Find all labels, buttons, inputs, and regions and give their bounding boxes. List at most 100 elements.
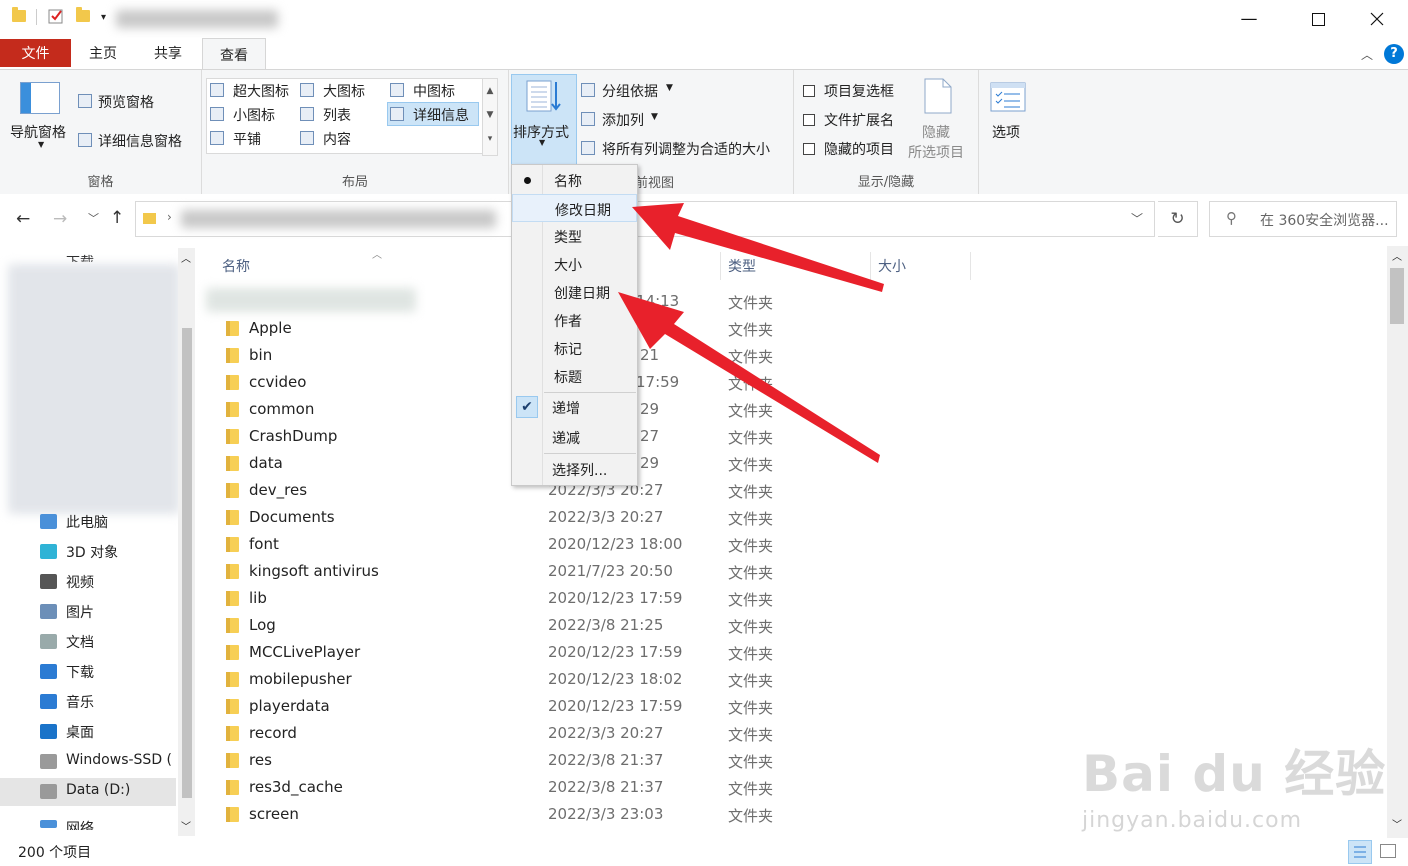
group-by-button[interactable]: 分组依据 — [602, 81, 658, 101]
layout-medium[interactable]: 中图标 — [413, 81, 455, 101]
menu-item-sort-field[interactable]: 名称 — [512, 166, 637, 194]
layout-large[interactable]: 大图标 — [323, 81, 365, 101]
small-icons-icon — [210, 107, 224, 121]
nav-item[interactable]: Data (D:) — [0, 778, 176, 806]
layout-tiles[interactable]: 平铺 — [233, 129, 261, 149]
menu-item-sort-field[interactable]: 标记 — [512, 334, 637, 362]
search-box[interactable]: ⚲ 在 360安全浏览器... — [1209, 201, 1397, 237]
nav-item[interactable]: 视频 — [0, 568, 176, 596]
options-button[interactable]: 选项 — [992, 122, 1020, 142]
menu-item-descending[interactable]: 递减 — [512, 423, 637, 451]
scroll-down-icon[interactable]: ﹀ — [181, 818, 191, 833]
file-row[interactable]: bin 21 文件夹 — [196, 342, 1386, 369]
file-row[interactable]: common 29 文件夹 — [196, 396, 1386, 423]
sort-ascending-icon: ︿ — [372, 250, 382, 261]
file-row[interactable]: font 2020/12/23 18:00 文件夹 — [196, 531, 1386, 558]
scroll-down-icon[interactable]: ﹀ — [1392, 816, 1402, 831]
details-view-button[interactable] — [1348, 840, 1372, 864]
nav-item[interactable]: 图片 — [0, 598, 176, 626]
menu-item-sort-field[interactable]: 修改日期 — [512, 194, 637, 222]
column-name[interactable]: 名称 — [222, 256, 250, 276]
tab-file[interactable]: 文件 — [0, 39, 71, 67]
preview-pane-button[interactable]: 预览窗格 — [98, 92, 154, 112]
nav-item[interactable]: 此电脑 — [0, 508, 176, 536]
column-divider[interactable] — [970, 252, 971, 280]
help-icon[interactable]: ? — [1384, 44, 1404, 64]
file-row[interactable]: kingsoft antivirus 2021/7/23 20:50 文件夹 — [196, 558, 1386, 585]
tab-view[interactable]: 查看 — [202, 38, 266, 70]
column-size[interactable]: 大小 — [878, 256, 906, 276]
file-row[interactable]: ccvideo 17:59 文件夹 — [196, 369, 1386, 396]
layout-scroll[interactable]: ▲ ▼ ▾ — [482, 78, 498, 156]
documents-icon — [40, 634, 57, 649]
nav-item[interactable]: 下载 — [0, 658, 176, 686]
nav-item[interactable]: 3D 对象 — [0, 538, 176, 566]
refresh-button[interactable]: ↻ — [1158, 201, 1198, 237]
item-checkboxes-checkbox[interactable] — [803, 85, 815, 97]
menu-item-ascending[interactable]: ✔ 递增 — [512, 393, 637, 421]
nav-pane-icon[interactable] — [20, 82, 60, 114]
large-icons-view-button[interactable] — [1380, 844, 1396, 858]
list-scrollbar[interactable]: ︿ ﹀ — [1387, 246, 1408, 838]
hidden-items-checkbox[interactable] — [803, 143, 815, 155]
file-row[interactable]: CrashDump 27 文件夹 — [196, 423, 1386, 450]
nav-item-partial[interactable]: 下载 — [66, 252, 94, 262]
file-row[interactable]: Documents 2022/3/3 20:27 文件夹 — [196, 504, 1386, 531]
collapse-ribbon-icon[interactable]: ︿ — [1361, 46, 1373, 63]
nav-item[interactable]: Windows-SSD ( — [0, 748, 176, 776]
properties-icon[interactable] — [48, 8, 64, 24]
menu-item-choose-columns[interactable]: 选择列... — [512, 455, 637, 483]
nav-item[interactable]: 音乐 — [0, 688, 176, 716]
tab-share[interactable]: 共享 — [137, 38, 199, 68]
nav-item[interactable]: 文档 — [0, 628, 176, 656]
scroll-thumb[interactable] — [1390, 268, 1404, 324]
column-divider[interactable] — [870, 252, 871, 280]
forward-button[interactable]: → — [53, 209, 67, 229]
nav-item[interactable]: 桌面 — [0, 718, 176, 746]
file-row[interactable]: lib 2020/12/23 17:59 文件夹 — [196, 585, 1386, 612]
tab-home[interactable]: 主页 — [72, 38, 134, 68]
back-button[interactable]: ← — [16, 209, 30, 229]
new-folder-icon[interactable] — [76, 7, 90, 22]
layout-list[interactable]: 列表 — [323, 105, 351, 125]
menu-item-sort-field[interactable]: 标题 — [512, 362, 637, 390]
layout-content[interactable]: 内容 — [323, 129, 351, 149]
customize-toolbar-icon[interactable]: ▾ — [101, 12, 106, 23]
file-row[interactable]: MCCLivePlayer 2020/12/23 17:59 文件夹 — [196, 639, 1386, 666]
recent-locations-icon[interactable]: ﹀ — [88, 210, 99, 226]
column-type[interactable]: 类型 — [728, 256, 756, 276]
group-by-icon — [581, 83, 595, 97]
menu-item-sort-field[interactable]: 大小 — [512, 250, 637, 278]
nav-scrollbar[interactable]: ︿ ﹀ — [178, 248, 195, 836]
menu-item-sort-field[interactable]: 创建日期 — [512, 278, 637, 306]
details-pane-button[interactable]: 详细信息窗格 — [98, 131, 182, 151]
add-column-button[interactable]: 添加列 — [602, 110, 644, 130]
file-row[interactable]: dev_res 2022/3/3 20:27 文件夹 — [196, 477, 1386, 504]
scroll-up-icon[interactable]: ︿ — [1392, 248, 1402, 263]
fit-columns-button[interactable]: 将所有列调整为合适的大小 — [602, 139, 770, 159]
menu-item-sort-field[interactable]: 作者 — [512, 306, 637, 334]
search-input[interactable]: 在 360安全浏览器... — [1260, 210, 1389, 230]
layout-details[interactable]: 详细信息 — [413, 105, 469, 125]
layout-small[interactable]: 小图标 — [233, 105, 275, 125]
column-divider[interactable] — [720, 252, 721, 280]
scroll-thumb[interactable] — [182, 328, 192, 798]
minimize-button[interactable]: — — [1226, 0, 1272, 38]
close-button[interactable] — [1354, 0, 1400, 38]
sort-icon — [525, 78, 561, 114]
address-bar[interactable]: › ﹀ — [135, 201, 1155, 237]
menu-item-sort-field[interactable]: 类型 — [512, 222, 637, 250]
scroll-up-icon[interactable]: ︿ — [181, 250, 191, 265]
file-row[interactable]: Log 2022/3/8 21:25 文件夹 — [196, 612, 1386, 639]
file-row[interactable]: data 29 文件夹 — [196, 450, 1386, 477]
file-row[interactable]: playerdata 2020/12/23 17:59 文件夹 — [196, 693, 1386, 720]
chevron-down-icon: ▼ — [539, 138, 546, 147]
file-row[interactable]: mobilepusher 2020/12/23 18:02 文件夹 — [196, 666, 1386, 693]
up-button[interactable]: ↑ — [110, 208, 124, 228]
file-extensions-checkbox[interactable] — [803, 114, 815, 126]
layout-extra-large[interactable]: 超大图标 — [233, 81, 289, 101]
file-row[interactable]: Apple 文件夹 — [196, 315, 1386, 342]
maximize-button[interactable] — [1295, 0, 1341, 38]
nav-pane-button[interactable]: 导航窗格 — [10, 122, 66, 142]
address-dropdown-icon[interactable]: ﹀ — [1131, 210, 1143, 227]
